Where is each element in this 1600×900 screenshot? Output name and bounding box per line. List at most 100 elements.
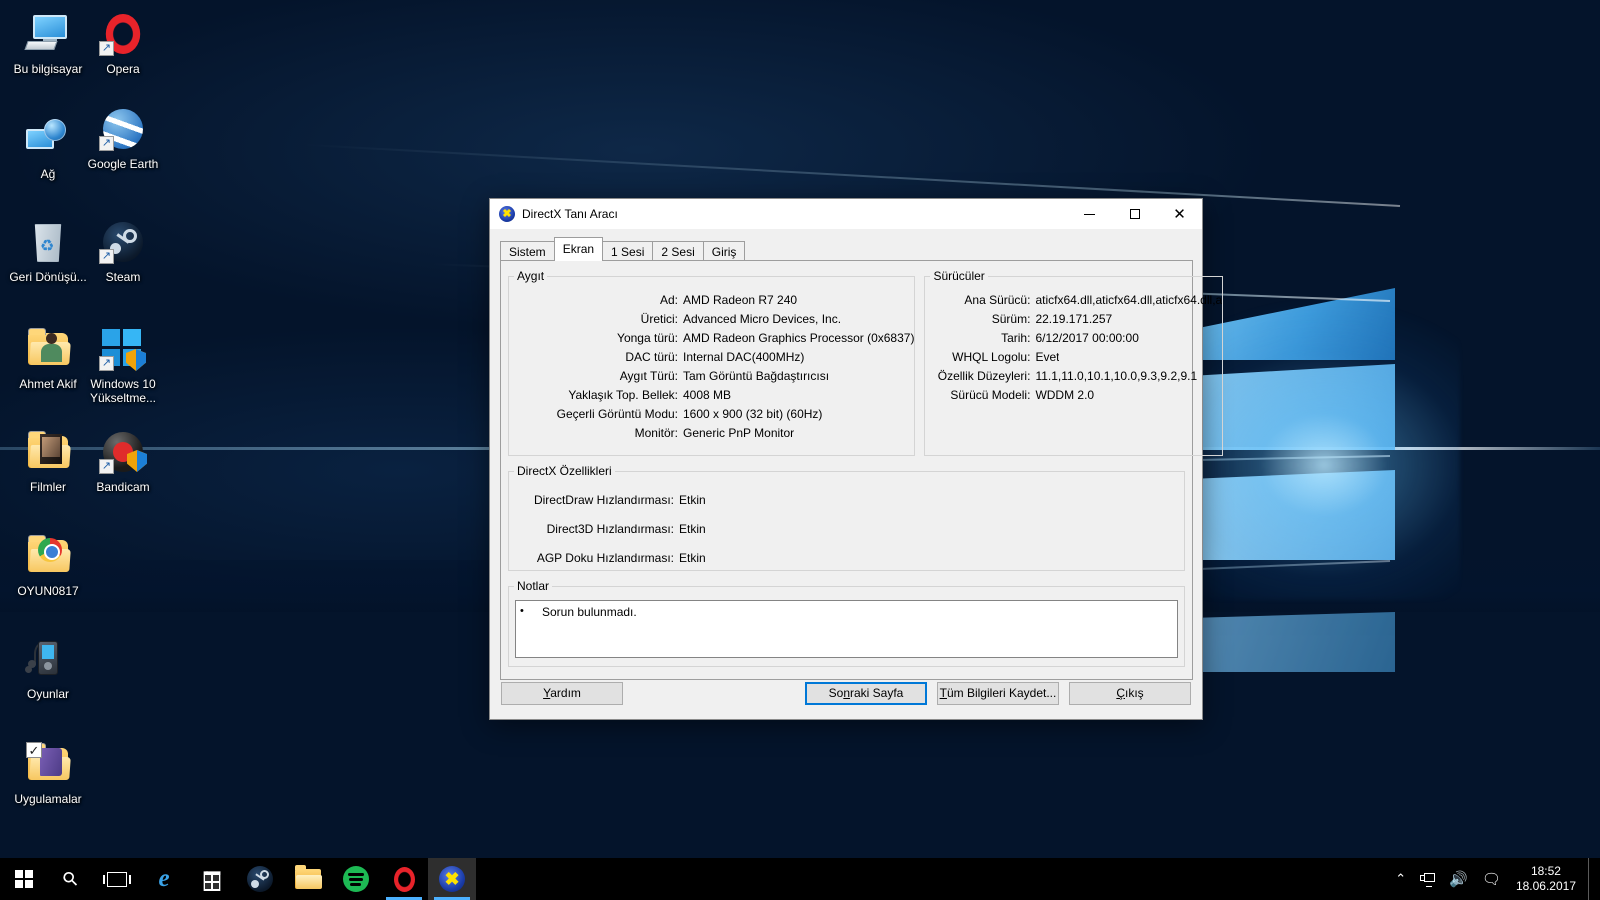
close-button[interactable]: ✕ [1157,199,1202,230]
drivers-row-driver-model: Sürücü Modeli: WDDM 2.0 [925,386,1222,405]
taskbar-app-store[interactable] [188,858,236,900]
device-row-device-type: Aygıt Türü: Tam Görüntü Bağdaştırıcısı [509,367,914,386]
help-button[interactable]: Yardım [501,681,623,705]
next-button-label-rest: raki Sayfa [850,686,904,700]
network-icon [24,115,72,163]
desktop-icon-bandicam[interactable]: ↗ Bandicam [75,428,171,494]
clock-time: 18:52 [1530,864,1561,878]
row-label: Yonga türü: [617,331,678,345]
desktop-icon-uygulamalar[interactable]: ✓ Uygulamalar [0,740,96,806]
show-desktop-button[interactable] [1588,858,1596,900]
device-rows: Ad: AMD Radeon R7 240 Üretici: Advanced … [509,283,915,443]
directx-features-group: DirectX Özellikleri DirectDraw Hızlandır… [508,464,1185,571]
row-value: Evet [1035,350,1060,364]
drivers-row-date: Tarih: 6/12/2017 00:00:00 [925,329,1222,348]
notes-textbox[interactable]: • Sorun bulunmadı. [515,600,1178,658]
taskbar-app-dxdiag[interactable]: ✖ [428,858,476,900]
row-value: WDDM 2.0 [1035,388,1095,402]
tray-expand-button[interactable]: ⌃ [1388,858,1413,900]
device-row-name: Ad: AMD Radeon R7 240 [509,291,914,310]
tab-strip: Sistem Ekran 1 Sesi 2 Sesi Giriş [490,230,1202,263]
volume-icon: 🔊 [1449,871,1468,888]
accel-letter: Ç [1116,686,1125,700]
taskbar-app-file-explorer[interactable] [284,858,332,900]
row-value: Internal DAC(400MHz) [683,350,805,364]
device-row-dac-type: DAC türü: Internal DAC(400MHz) [509,348,914,367]
task-view-button[interactable] [94,858,140,900]
row-label: Üretici: [640,312,678,326]
row-label: Özellik Düzeyleri: [937,369,1031,383]
desktop-icon-label: Uygulamalar [14,792,82,806]
row-value: AMD Radeon Graphics Processor (0x6837) [683,331,915,345]
row-value: 6/12/2017 00:00:00 [1035,331,1139,345]
taskbar-app-edge[interactable]: e [140,858,188,900]
row-label: DirectDraw Hızlandırması: [533,493,674,507]
tray-action-center-button[interactable]: 🗨 [1475,858,1508,900]
desktop-icon-label: Opera [106,62,140,76]
tray-volume-button[interactable]: 🔊 [1442,858,1475,900]
tab-panel-ekran: Aygıt Ad: AMD Radeon R7 240 Üretici: Adv… [500,260,1224,680]
minimize-button[interactable] [1067,199,1112,230]
shortcut-arrow-icon: ↗ [99,249,114,264]
directx-icon: ✖ [439,866,465,892]
taskbar-app-steam[interactable] [236,858,284,900]
taskbar-app-spotify[interactable] [332,858,380,900]
row-label: Geçerli Görüntü Modu: [556,407,678,421]
desktop-icon-label: Google Earth [87,157,159,171]
row-label: Sürücü Modeli: [950,388,1031,402]
row-value: AMD Radeon R7 240 [683,293,798,307]
system-tray: ⌃ 🔊 🗨 18:52 18.06.2017 [1388,858,1600,900]
bandicam-icon: ↗ [99,428,147,476]
row-label: Monitör: [634,426,678,440]
feature-row-directdraw: DirectDraw Hızlandırması: Etkin [509,486,1184,515]
desktop-icon-label: Filmler [30,480,66,494]
desktop-icon-label: OYUN0817 [17,584,79,598]
media-player-icon [24,635,72,683]
tab-ekran[interactable]: Ekran [553,237,604,261]
chevron-up-icon: ⌃ [1395,871,1407,886]
row-label: Aygıt Türü: [619,369,678,383]
edge-icon: e [158,865,170,892]
notes-group: Notlar • Sorun bulunmadı. [508,579,1185,667]
google-earth-icon: ↗ [99,105,147,153]
save-all-information-button[interactable]: Tüm Bilgileri Kaydet... [937,681,1059,705]
row-value: 22.19.171.257 [1035,312,1113,326]
notes-item: • Sorun bulunmadı. [520,605,1177,619]
desktop-icon-windows-10-yukseltme[interactable]: ↗ Windows 10 Yükseltme... [75,325,171,405]
taskbar-app-opera[interactable] [380,858,428,900]
desktop-icon-google-earth[interactable]: ↗ Google Earth [75,105,171,171]
dialog-title-bar[interactable]: ✖ DirectX Tanı Aracı ✕ [490,199,1202,230]
user-folder-icon [24,325,72,373]
tray-network-button[interactable] [1413,858,1442,900]
desktop-icon-oyunlar[interactable]: Oyunlar [0,635,96,701]
feature-row-direct3d: Direct3D Hızlandırması: Etkin [509,515,1184,544]
exit-button-label-rest: ıkış [1125,686,1144,700]
window-controls: ✕ [1067,199,1202,230]
taskbar-clock[interactable]: 18:52 18.06.2017 [1508,858,1588,900]
row-label: DAC türü: [625,350,678,364]
row-label: AGP Doku Hızlandırması: [536,551,674,565]
notes-group-legend: Notlar [517,579,550,593]
row-value: 11.1,11.0,10.1,10.0,9.3,9.2,9.1 [1035,369,1198,383]
recycle-bin-icon: ♻ [24,218,72,266]
device-group: Aygıt Ad: AMD Radeon R7 240 Üretici: Adv… [508,269,916,456]
next-page-button[interactable]: Sonraki Sayfa [805,681,927,705]
folder-icon [295,865,322,889]
drivers-group: Sürücüler Ana Sürücü: aticfx64.dll,aticf… [924,269,1224,456]
desktop-icon-label: Ahmet Akif [19,377,77,391]
exit-button[interactable]: Çıkış [1069,681,1191,705]
row-value: Etkin [679,522,706,536]
row-label: Yaklaşık Top. Bellek: [568,388,678,402]
shortcut-arrow-icon: ↗ [99,356,114,371]
dialog-title: DirectX Tanı Aracı [522,207,618,221]
start-button[interactable] [0,858,48,900]
desktop-icon-steam[interactable]: ↗ Steam [75,218,171,284]
desktop-icon-oyun0817[interactable]: OYUN0817 [0,532,96,598]
device-group-legend: Aygıt [517,269,545,283]
desktop-icon-opera[interactable]: ↗ Opera [75,10,171,76]
accel-letter: T [939,686,947,700]
search-button[interactable]: ⚲ [48,858,94,900]
bullet-icon: • [520,605,524,617]
row-value: Generic PnP Monitor [683,426,795,440]
maximize-button[interactable] [1112,199,1157,230]
